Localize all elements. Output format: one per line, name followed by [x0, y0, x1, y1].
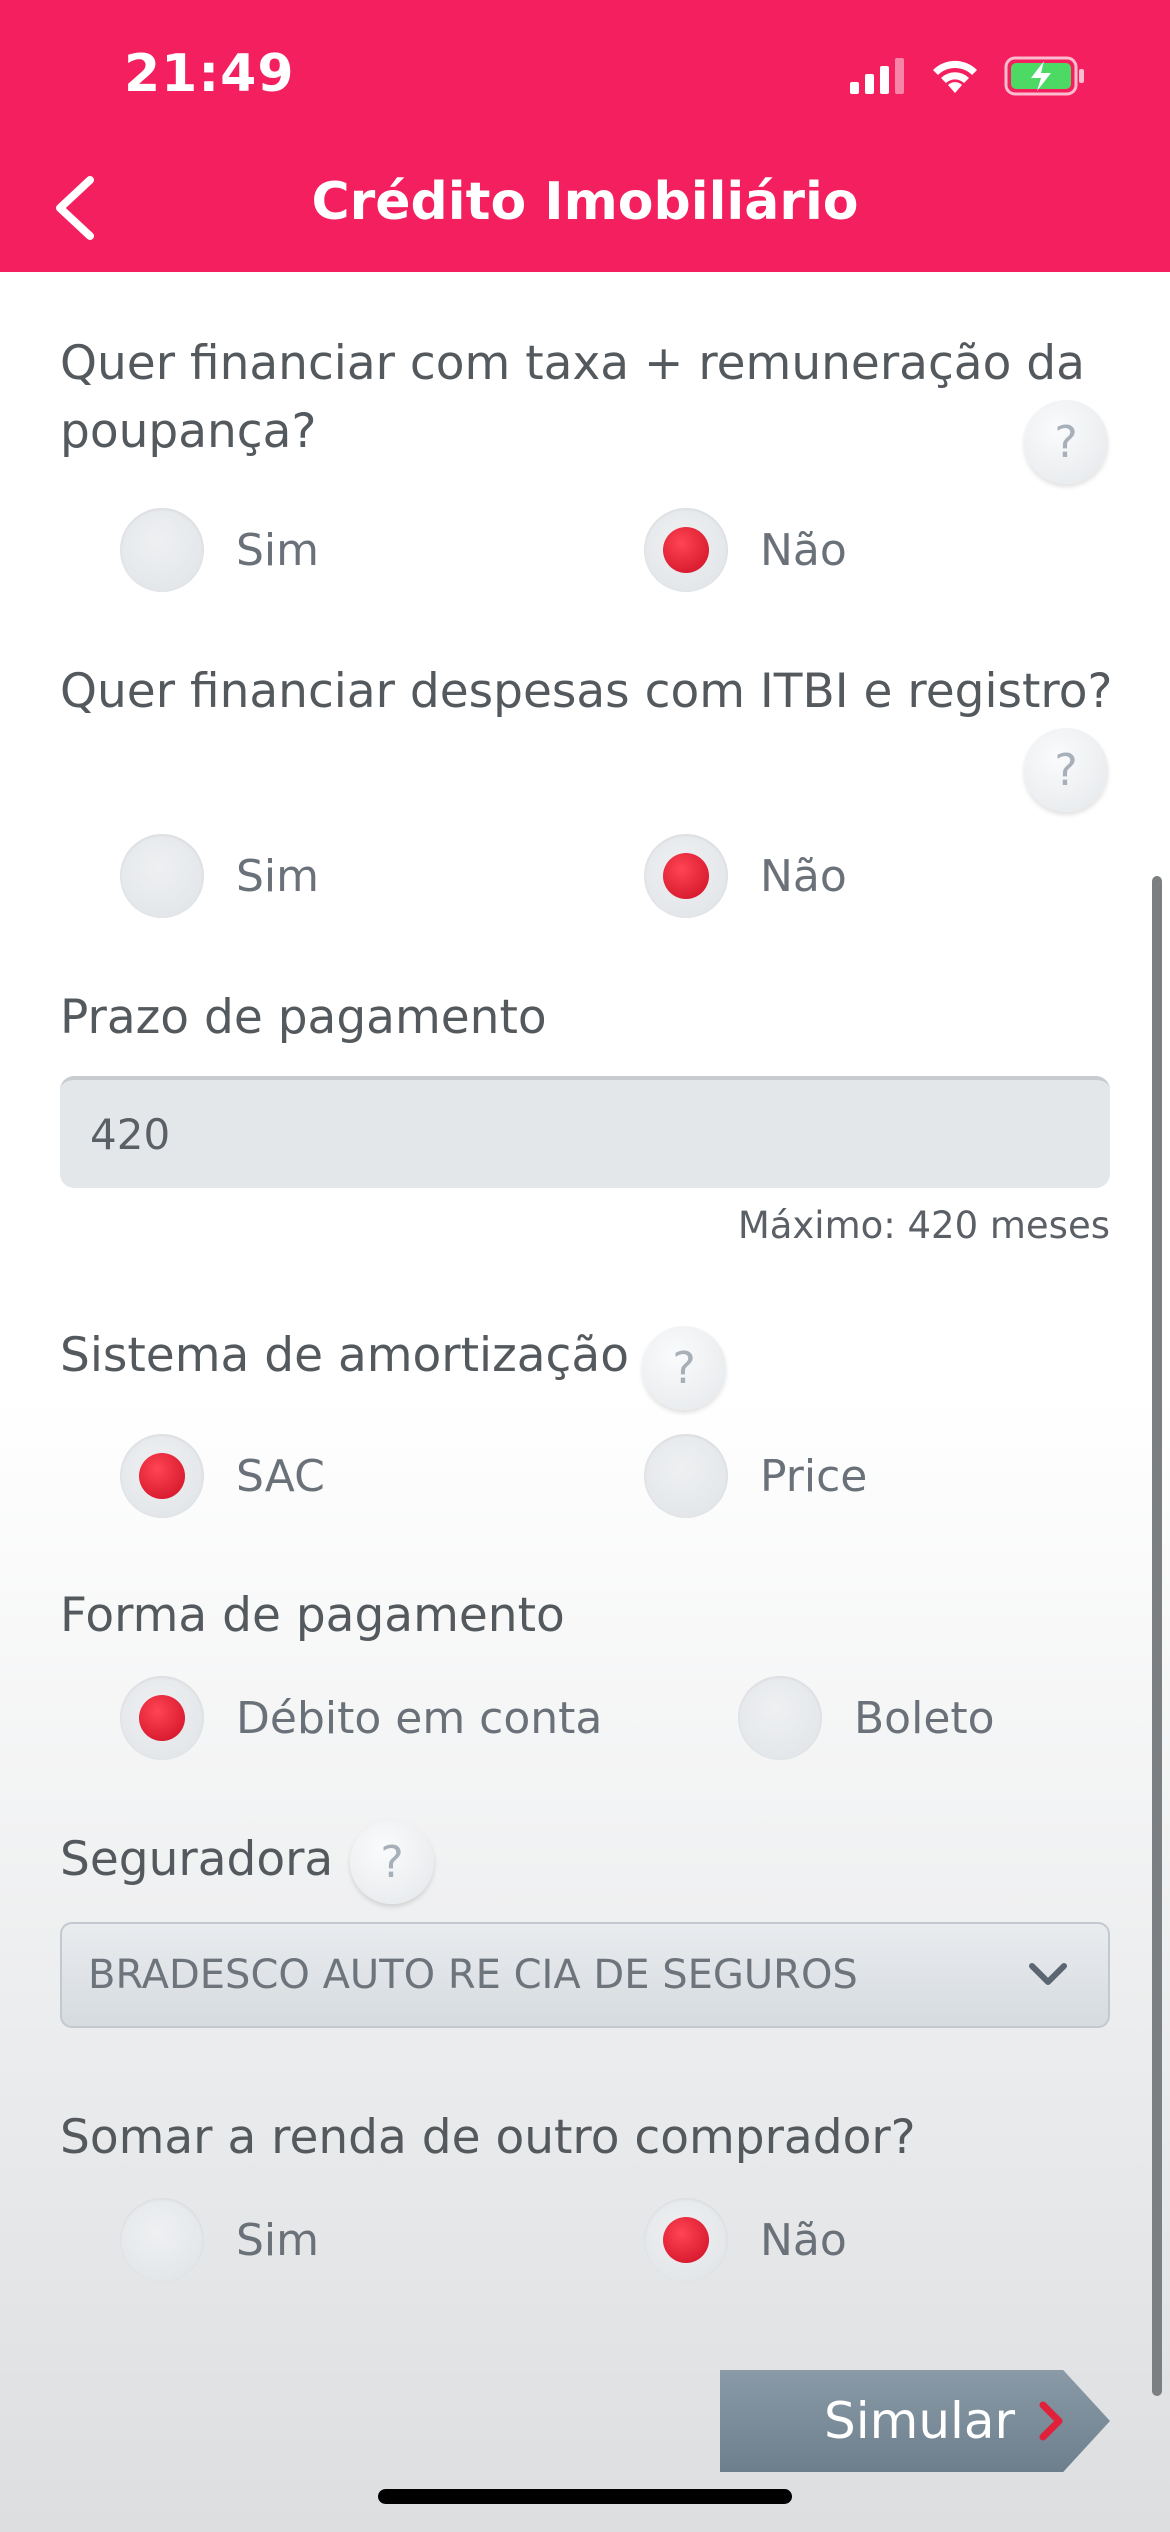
radio-pagamento-boleto[interactable]: Boleto	[738, 1676, 995, 1760]
radio-label: Sim	[236, 2214, 320, 2266]
radio-dot	[139, 1695, 185, 1741]
radio-dot	[139, 1453, 185, 1499]
question-poupanca-line2: poupança?	[60, 404, 317, 459]
prazo-input[interactable]: 420	[60, 1076, 1110, 1188]
battery-charging-icon	[1004, 56, 1084, 96]
radio-circle[interactable]	[644, 1434, 728, 1518]
radio-label: Boleto	[854, 1692, 995, 1744]
radio-poupanca-sim[interactable]: Sim	[120, 508, 319, 592]
simulate-label: Simular	[824, 2392, 1016, 2450]
help-amortizacao-button[interactable]: ?	[642, 1326, 726, 1410]
radio-somar-nao[interactable]: Não	[644, 2198, 847, 2282]
radio-pagamento-debito[interactable]: Débito em conta	[120, 1676, 602, 1760]
radio-label: Não	[760, 2214, 847, 2266]
amortizacao-label: Sistema de amortização	[60, 1328, 629, 1383]
question-poupanca-label: Quer financiar com taxa + remuneração da…	[60, 330, 1085, 466]
radio-itbi-nao[interactable]: Não	[644, 834, 847, 918]
wifi-icon	[933, 60, 977, 93]
signal-icon	[850, 58, 904, 94]
radio-circle[interactable]	[120, 508, 204, 592]
pagamento-label: Forma de pagamento	[60, 1588, 565, 1643]
radio-circle-selected[interactable]	[644, 508, 728, 592]
question-itbi-label: Quer financiar despesas com ITBI e regis…	[60, 664, 1113, 719]
radio-circle-selected[interactable]	[644, 2198, 728, 2282]
radio-itbi-sim[interactable]: Sim	[120, 834, 319, 918]
seguradora-label: Seguradora	[60, 1832, 334, 1887]
radio-somar-sim[interactable]: Sim	[120, 2198, 319, 2282]
radio-circle-selected[interactable]	[120, 1676, 204, 1760]
app-header: 21:49 Crédito Imobiliário	[0, 0, 1170, 272]
radio-circle[interactable]	[738, 1676, 822, 1760]
radio-label: Débito em conta	[236, 1692, 603, 1744]
somar-renda-label: Somar a renda de outro comprador?	[60, 2110, 916, 2165]
radio-amortizacao-sac[interactable]: SAC	[120, 1434, 325, 1518]
help-poupanca-button[interactable]: ?	[1024, 400, 1108, 484]
help-itbi-button[interactable]: ?	[1024, 728, 1108, 812]
help-seguradora-button[interactable]: ?	[350, 1820, 434, 1904]
chevron-right-icon	[1039, 2401, 1063, 2441]
radio-amortizacao-price[interactable]: Price	[644, 1434, 867, 1518]
home-indicator	[378, 2489, 792, 2504]
radio-label: Não	[760, 524, 847, 576]
simulate-button[interactable]: Simular	[720, 2370, 1110, 2472]
prazo-hint: Máximo: 420 meses	[737, 1204, 1110, 1247]
seguradora-value: BRADESCO AUTO RE CIA DE SEGUROS	[88, 1952, 858, 1998]
radio-label: Sim	[236, 850, 320, 902]
status-time: 21:49	[124, 44, 295, 104]
chevron-down-icon	[1029, 1963, 1067, 1985]
seguradora-select[interactable]: BRADESCO AUTO RE CIA DE SEGUROS	[60, 1922, 1110, 2028]
radio-circle[interactable]	[120, 834, 204, 918]
scrollbar[interactable]	[1152, 876, 1162, 2396]
radio-poupanca-nao[interactable]: Não	[644, 508, 847, 592]
radio-dot	[663, 527, 709, 573]
radio-circle-selected[interactable]	[120, 1434, 204, 1518]
status-icons	[850, 54, 1086, 98]
radio-label: SAC	[236, 1450, 325, 1502]
radio-label: Não	[760, 850, 847, 902]
prazo-value: 420	[90, 1109, 171, 1159]
radio-label: Sim	[236, 524, 320, 576]
radio-circle-selected[interactable]	[644, 834, 728, 918]
page-title: Crédito Imobiliário	[311, 172, 859, 232]
question-poupanca-line1: Quer financiar com taxa + remuneração da	[60, 336, 1085, 391]
radio-circle[interactable]	[120, 2198, 204, 2282]
radio-dot	[663, 2217, 709, 2263]
radio-dot	[663, 853, 709, 899]
radio-label: Price	[760, 1450, 868, 1502]
prazo-label: Prazo de pagamento	[60, 990, 547, 1045]
